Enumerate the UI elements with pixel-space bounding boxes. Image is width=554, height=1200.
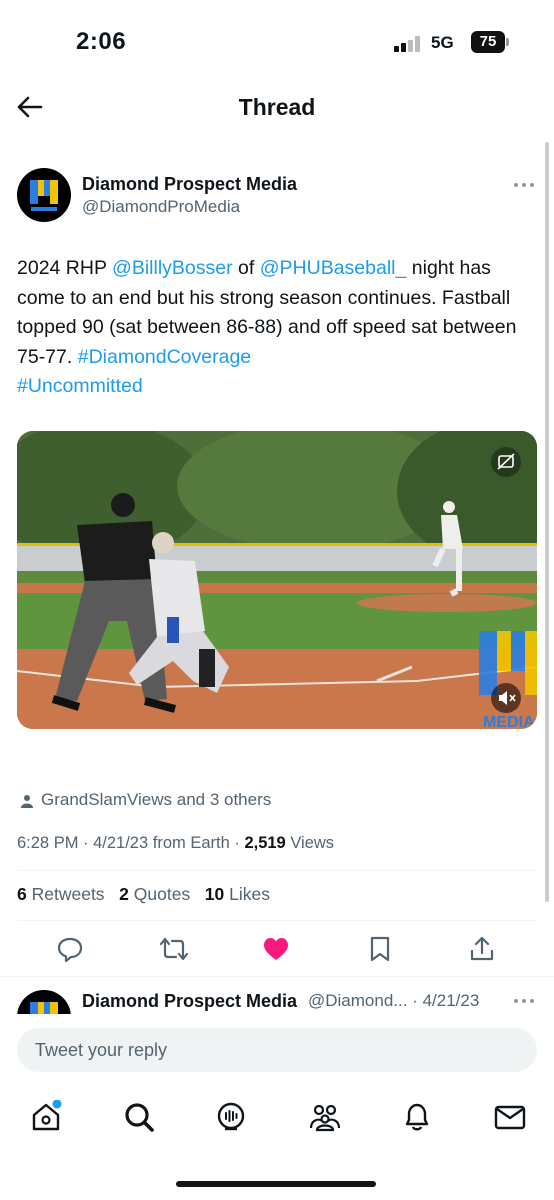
tweet-video[interactable]: MEDIA bbox=[17, 431, 537, 729]
media-watermark: MEDIA bbox=[483, 714, 535, 729]
battery-icon: 75 bbox=[471, 31, 509, 53]
notifications-icon[interactable] bbox=[400, 1100, 434, 1134]
tweet-text: 2024 RHP @BilllyBosser of @PHUBaseball_ … bbox=[17, 257, 517, 397]
scrollbar[interactable] bbox=[545, 142, 549, 902]
author-handle[interactable]: @DiamondProMedia bbox=[82, 197, 240, 217]
status-time: 2:06 bbox=[76, 28, 127, 55]
home-icon[interactable] bbox=[29, 1099, 63, 1134]
home-indicator[interactable] bbox=[176, 1181, 376, 1187]
mute-icon[interactable] bbox=[491, 683, 521, 713]
mention-link[interactable]: @BilllyBosser bbox=[112, 257, 233, 279]
divider bbox=[17, 870, 537, 871]
retweets-stat[interactable]: 6 Retweets bbox=[17, 884, 105, 904]
likes-stat[interactable]: 10 Likes bbox=[205, 884, 270, 904]
messages-icon[interactable] bbox=[493, 1100, 527, 1134]
reply-author-name[interactable]: Diamond Prospect Media bbox=[82, 991, 297, 1012]
captions-icon[interactable] bbox=[491, 447, 521, 477]
author-avatar[interactable] bbox=[17, 168, 71, 222]
cellular-signal-icon bbox=[394, 36, 422, 52]
hashtag-link[interactable]: #Uncommitted bbox=[17, 375, 143, 397]
tweet-metadata: 6:28 PM · 4/21/23 from Earth · 2,519 Vie… bbox=[17, 834, 335, 852]
network-type: 5G bbox=[431, 33, 454, 52]
video-frame: MEDIA bbox=[17, 431, 537, 729]
status-bar: 2:06 5G 75 bbox=[0, 0, 554, 80]
bookmark-icon[interactable] bbox=[366, 935, 394, 963]
person-icon bbox=[21, 795, 33, 808]
page-title: Thread bbox=[238, 94, 316, 120]
divider bbox=[0, 976, 554, 977]
divider bbox=[17, 920, 537, 921]
mention-link[interactable]: @PHUBaseball_ bbox=[260, 257, 407, 279]
battery-level: 75 bbox=[471, 31, 505, 53]
share-icon[interactable] bbox=[468, 935, 496, 963]
social-context[interactable]: GrandSlamViews and 3 others bbox=[41, 790, 271, 810]
quotes-stat[interactable]: 2 Quotes bbox=[119, 884, 190, 904]
thread-header: Thread bbox=[0, 82, 554, 132]
hashtag-link[interactable]: #DiamondCoverage bbox=[78, 346, 251, 368]
retweet-icon[interactable] bbox=[158, 935, 189, 963]
author-name[interactable]: Diamond Prospect Media bbox=[82, 174, 297, 195]
reply-input[interactable]: Tweet your reply bbox=[17, 1028, 537, 1072]
like-icon[interactable] bbox=[262, 935, 290, 963]
reply-placeholder: Tweet your reply bbox=[35, 1040, 168, 1060]
reply-composer: Tweet your reply bbox=[0, 1014, 554, 1084]
tweet-stats: 6 Retweets 2 Quotes 10 Likes bbox=[17, 884, 270, 905]
reply-more-options-icon[interactable] bbox=[512, 996, 536, 1006]
communities-icon[interactable] bbox=[308, 1100, 342, 1134]
more-options-icon[interactable] bbox=[512, 180, 536, 190]
search-icon[interactable] bbox=[122, 1100, 156, 1134]
reply-handle-date: @Diamond... · 4/21/23 bbox=[308, 991, 480, 1010]
spaces-icon[interactable] bbox=[214, 1100, 248, 1134]
views-count: 2,519 bbox=[244, 834, 286, 852]
reply-icon[interactable] bbox=[56, 935, 84, 963]
